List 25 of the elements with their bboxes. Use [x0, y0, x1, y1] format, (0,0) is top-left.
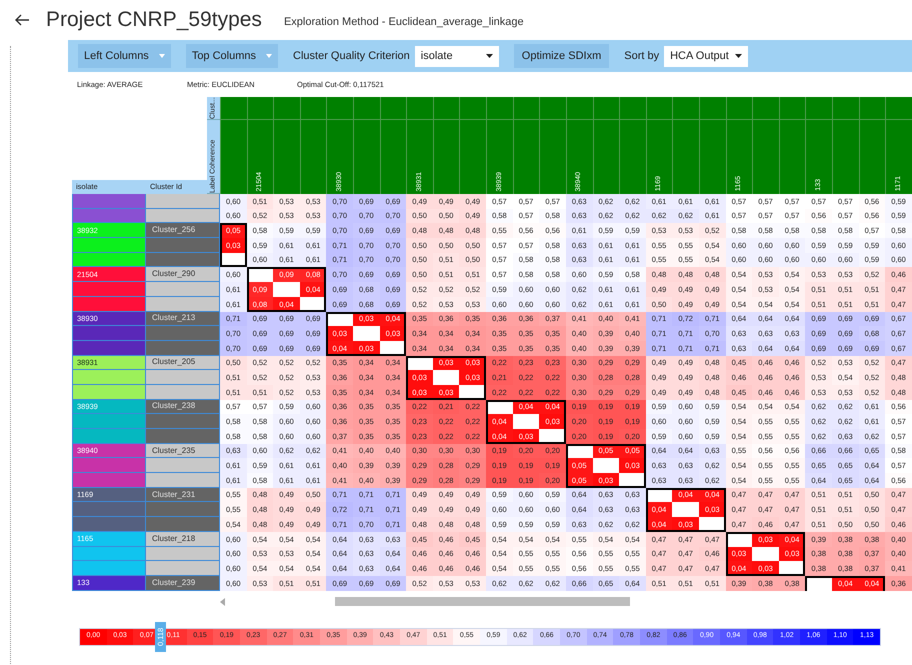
caret-icon: [158, 54, 165, 58]
dropdown-button[interactable]: Left Columns: [78, 44, 171, 68]
field-label: Cluster Quality Criterion: [293, 48, 410, 64]
page-title: Project CNRP_59types: [46, 7, 262, 34]
dropdown[interactable]: HCA Output: [664, 46, 748, 66]
cluster-id-cell: Cluster_205: [146, 356, 220, 370]
cluster-id-cell: Cluster_256: [146, 223, 220, 238]
cluster-id-cell: Cluster_213: [146, 312, 220, 326]
cluster-id-cell: Cluster_235: [146, 444, 220, 458]
action-button[interactable]: Optimize SDIxm: [514, 44, 610, 68]
field-label: Sort by: [624, 48, 660, 64]
caret-icon: [735, 54, 742, 58]
back-icon[interactable]: [14, 14, 30, 26]
caret-icon: [486, 54, 493, 58]
cluster-id-cell: Cluster_239: [146, 576, 220, 591]
scroll-left-icon[interactable]: [220, 598, 225, 606]
page-subtitle: Exploration Method - Euclidean_average_linkage: [284, 15, 524, 30]
caret-icon: [266, 54, 272, 58]
cluster-id-cell: Cluster_290: [146, 267, 220, 282]
cluster-id-cell: Cluster_218: [146, 532, 220, 546]
cluster-id-cell: Cluster_238: [146, 400, 220, 414]
cluster-id-cell: Cluster_231: [146, 488, 220, 502]
scrollbar-thumb[interactable]: [335, 597, 630, 606]
dropdown-button[interactable]: Top Columns: [186, 44, 278, 68]
dropdown[interactable]: isolate: [414, 46, 499, 66]
